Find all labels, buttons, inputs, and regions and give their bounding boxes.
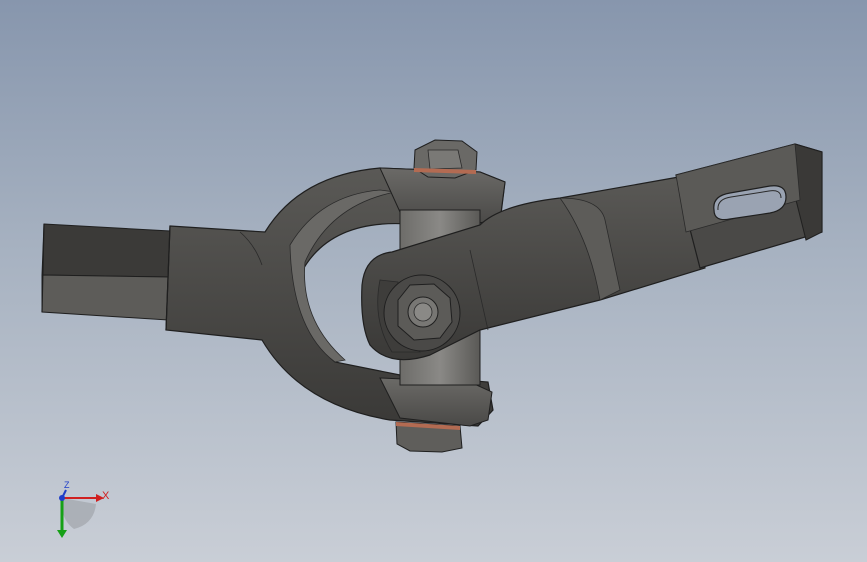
x-axis-label: X: [102, 490, 110, 502]
graphics-viewport[interactable]: X Z: [0, 0, 867, 562]
top-bolt-head: [413, 139, 478, 179]
axis-triad: X Z: [44, 474, 124, 554]
right-shaft: [675, 143, 823, 269]
universal-joint-model[interactable]: [0, 0, 867, 562]
left-shaft: [41, 223, 171, 321]
bottom-nut: [395, 421, 463, 453]
side-bolt: [383, 274, 461, 352]
y-axis-arrow-icon: [57, 530, 67, 538]
z-axis-label: Z: [64, 480, 70, 490]
